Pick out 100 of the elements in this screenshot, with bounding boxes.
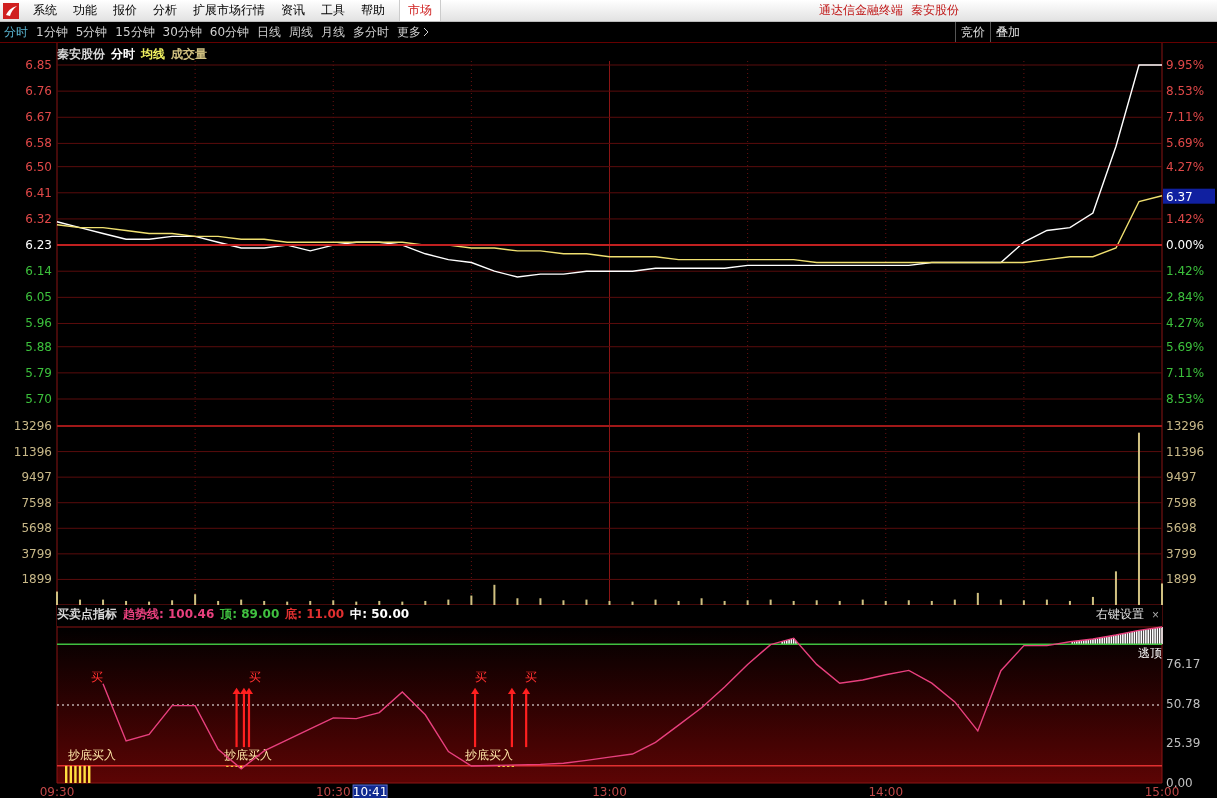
toolbar-button[interactable]: 竞价 <box>955 22 990 42</box>
legend-label: 分时 <box>111 46 135 63</box>
chevron-icon <box>423 27 430 37</box>
percent-axis-label: 1.42% <box>1166 211 1205 226</box>
volume-bar <box>1068 600 1071 605</box>
bottom-signal-drawing <box>226 765 243 769</box>
volume-axis-label: 7598 <box>21 495 52 510</box>
volume-axis-label: 3799 <box>21 546 52 561</box>
period-tab[interactable]: 60分钟 <box>205 23 254 41</box>
percent-axis-label: 5.69% <box>1166 136 1205 151</box>
volume-bar <box>378 600 381 605</box>
more-button[interactable]: 更多 <box>393 23 434 41</box>
volume-axis-label: 9497 <box>1166 470 1197 485</box>
volume-bar <box>447 599 450 605</box>
period-tab[interactable]: 多分时 <box>349 23 394 41</box>
legend-label: 顶: 89.00 <box>220 606 280 623</box>
volume-bar <box>217 600 220 605</box>
close-button[interactable]: × <box>1152 607 1159 622</box>
volume-bar <box>930 600 933 605</box>
percent-axis-label: 7.11% <box>1166 110 1205 125</box>
settings-hint[interactable]: 右键设置 <box>1096 606 1144 623</box>
period-tab[interactable]: 30分钟 <box>158 23 206 41</box>
current-price-tag: 6.37 <box>1163 188 1215 204</box>
volume-bar <box>907 600 910 605</box>
volume-bar <box>355 601 358 605</box>
menu-item[interactable]: 分析 <box>145 2 185 19</box>
period-tab[interactable]: 月线 <box>317 23 350 41</box>
period-tab[interactable]: 日线 <box>253 23 286 41</box>
volume-axis-label: 11396 <box>13 444 52 459</box>
volume-axis-label: 9497 <box>21 470 52 485</box>
legend-label: 买卖点指标 <box>57 606 117 623</box>
percent-axis-label: 4.27% <box>1166 316 1205 331</box>
volume-bar <box>125 600 128 605</box>
percent-axis-label: 8.53% <box>1166 84 1205 99</box>
percent-axis-label: 9.95% <box>1166 58 1205 72</box>
percent-axis-label: 0.00% <box>1166 238 1205 253</box>
volume-bar <box>1045 599 1048 605</box>
indicator-axis-label: 76.17 <box>1166 657 1201 672</box>
percent-axis-label: 8.53% <box>1166 392 1205 406</box>
percent-axis-label: 4.27% <box>1166 159 1205 174</box>
price-axis-label: 6.32 <box>25 211 52 226</box>
window-title: 通达信金融终端 秦安股份 <box>818 2 960 19</box>
indicator-axis-label: 50.78 <box>1166 696 1201 711</box>
menu-item[interactable]: 帮助 <box>353 2 393 19</box>
volume-bar <box>102 599 105 605</box>
menu-item[interactable]: 报价 <box>105 2 145 19</box>
buy-label: 买 <box>525 670 538 685</box>
percent-axis-label: 5.69% <box>1166 339 1205 354</box>
buy-label: 买 <box>91 670 104 685</box>
volume-bar <box>332 600 335 605</box>
period-tab[interactable]: 15分钟 <box>111 23 159 41</box>
price-axis-label: 5.70 <box>25 392 52 406</box>
volume-bar <box>1022 600 1025 605</box>
period-tab[interactable]: 分时 <box>0 23 32 41</box>
price-axis-label: 6.05 <box>25 290 52 305</box>
volume-bar <box>470 595 473 605</box>
volume-bar <box>677 600 680 605</box>
time-axis-label: 10:30 <box>315 785 351 798</box>
volume-axis-label: 11396 <box>1166 444 1205 459</box>
price-axis-label: 6.41 <box>25 185 52 200</box>
volume-axis-label: 1899 <box>1166 572 1197 587</box>
price-axis-label: 5.88 <box>25 339 52 354</box>
buy-arrow <box>239 687 248 748</box>
price-axis-label: 6.67 <box>25 110 52 125</box>
volume-bar <box>953 599 956 605</box>
top-escape-label: 逃顶 <box>1138 646 1162 661</box>
volume-bar <box>631 601 634 605</box>
price-axis-label: 6.85 <box>25 58 52 72</box>
menu-item[interactable]: 系统 <box>25 2 65 19</box>
volume-axis-label: 7598 <box>1166 495 1197 510</box>
period-tab[interactable]: 5分钟 <box>71 23 112 41</box>
volume-bar <box>309 600 312 605</box>
volume-bar <box>516 598 519 605</box>
buy-arrow <box>232 687 241 748</box>
menu-item[interactable]: 功能 <box>65 2 105 19</box>
volume-axis-label: 5698 <box>21 521 52 536</box>
period-tab[interactable]: 1分钟 <box>32 23 72 41</box>
volume-bar <box>999 599 1002 605</box>
volume-bar <box>148 601 151 605</box>
volume-bar <box>562 600 565 605</box>
volume-axis-label: 5698 <box>1166 521 1197 536</box>
volume-bar <box>723 600 726 605</box>
price-axis-label: 6.76 <box>25 84 52 99</box>
buy-label: 买 <box>474 670 487 685</box>
percent-axis-label: 2.84% <box>1166 290 1205 305</box>
time-axis-label: 14:00 <box>868 785 904 798</box>
toolbar-button[interactable]: 叠加 <box>990 22 1025 42</box>
market-tab[interactable]: 市场 <box>399 0 441 21</box>
volume-axis-label: 1899 <box>21 572 52 587</box>
menu-item[interactable]: 工具 <box>313 2 353 19</box>
menu-item[interactable]: 扩展市场行情 <box>185 2 273 19</box>
volume-bar <box>884 600 887 605</box>
volume-axis-label: 13296 <box>13 419 52 433</box>
buy-arrow <box>471 687 480 748</box>
volume-bar <box>1091 596 1094 605</box>
app-logo-icon <box>3 2 19 19</box>
indicator-axis-label: 25.39 <box>1166 736 1201 751</box>
legend-label: 秦安股份 <box>57 46 105 63</box>
period-tab[interactable]: 周线 <box>285 23 318 41</box>
menu-item[interactable]: 资讯 <box>273 2 313 19</box>
